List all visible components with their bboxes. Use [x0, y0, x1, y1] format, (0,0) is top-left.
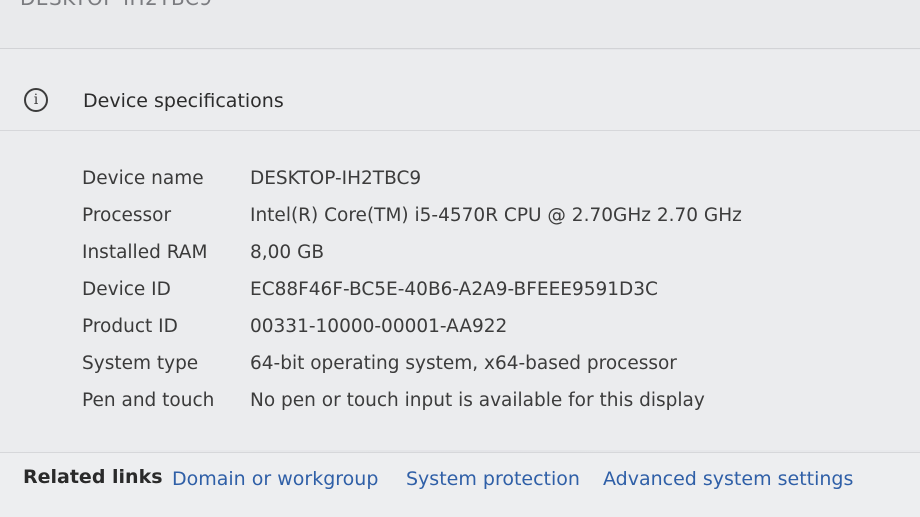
spec-value: 00331-10000-00001-AA922 [250, 316, 508, 337]
spec-value: No pen or touch input is available for t… [250, 390, 705, 411]
spec-label: Device name [82, 168, 204, 189]
spec-value: 8,00 GB [250, 242, 325, 263]
spec-value: EC88F46F-BC5E-40B6-A2A9-BFEEE9591D3C [250, 279, 658, 300]
spec-value: 64-bit operating system, x64-based proce… [250, 353, 677, 374]
domain-or-workgroup-link[interactable]: Domain or workgroup [172, 468, 378, 490]
spec-value: DESKTOP-IH2TBC9 [250, 168, 422, 189]
cut-off-device-title: DESKTOP-IH2TBC9 [20, 0, 213, 10]
related-links-title: Related links [23, 466, 163, 488]
spec-label: Device ID [82, 279, 171, 300]
advanced-system-settings-link[interactable]: Advanced system settings [603, 468, 853, 490]
spec-label: System type [82, 353, 199, 374]
spec-label: Processor [82, 205, 172, 226]
system-protection-link[interactable]: System protection [406, 468, 580, 490]
spec-label: Pen and touch [82, 390, 215, 411]
section-title: Device specifications [83, 90, 284, 112]
info-circle-icon: i [24, 88, 48, 112]
spec-value: Intel(R) Core(TM) i5-4570R CPU @ 2.70GHz… [250, 205, 742, 226]
spec-label: Product ID [82, 316, 178, 337]
system-about-page: DESKTOP-IH2TBC9 i Device specifications … [0, 0, 920, 517]
spec-label: Installed RAM [82, 242, 208, 263]
top-strip: DESKTOP-IH2TBC9 [0, 0, 920, 49]
